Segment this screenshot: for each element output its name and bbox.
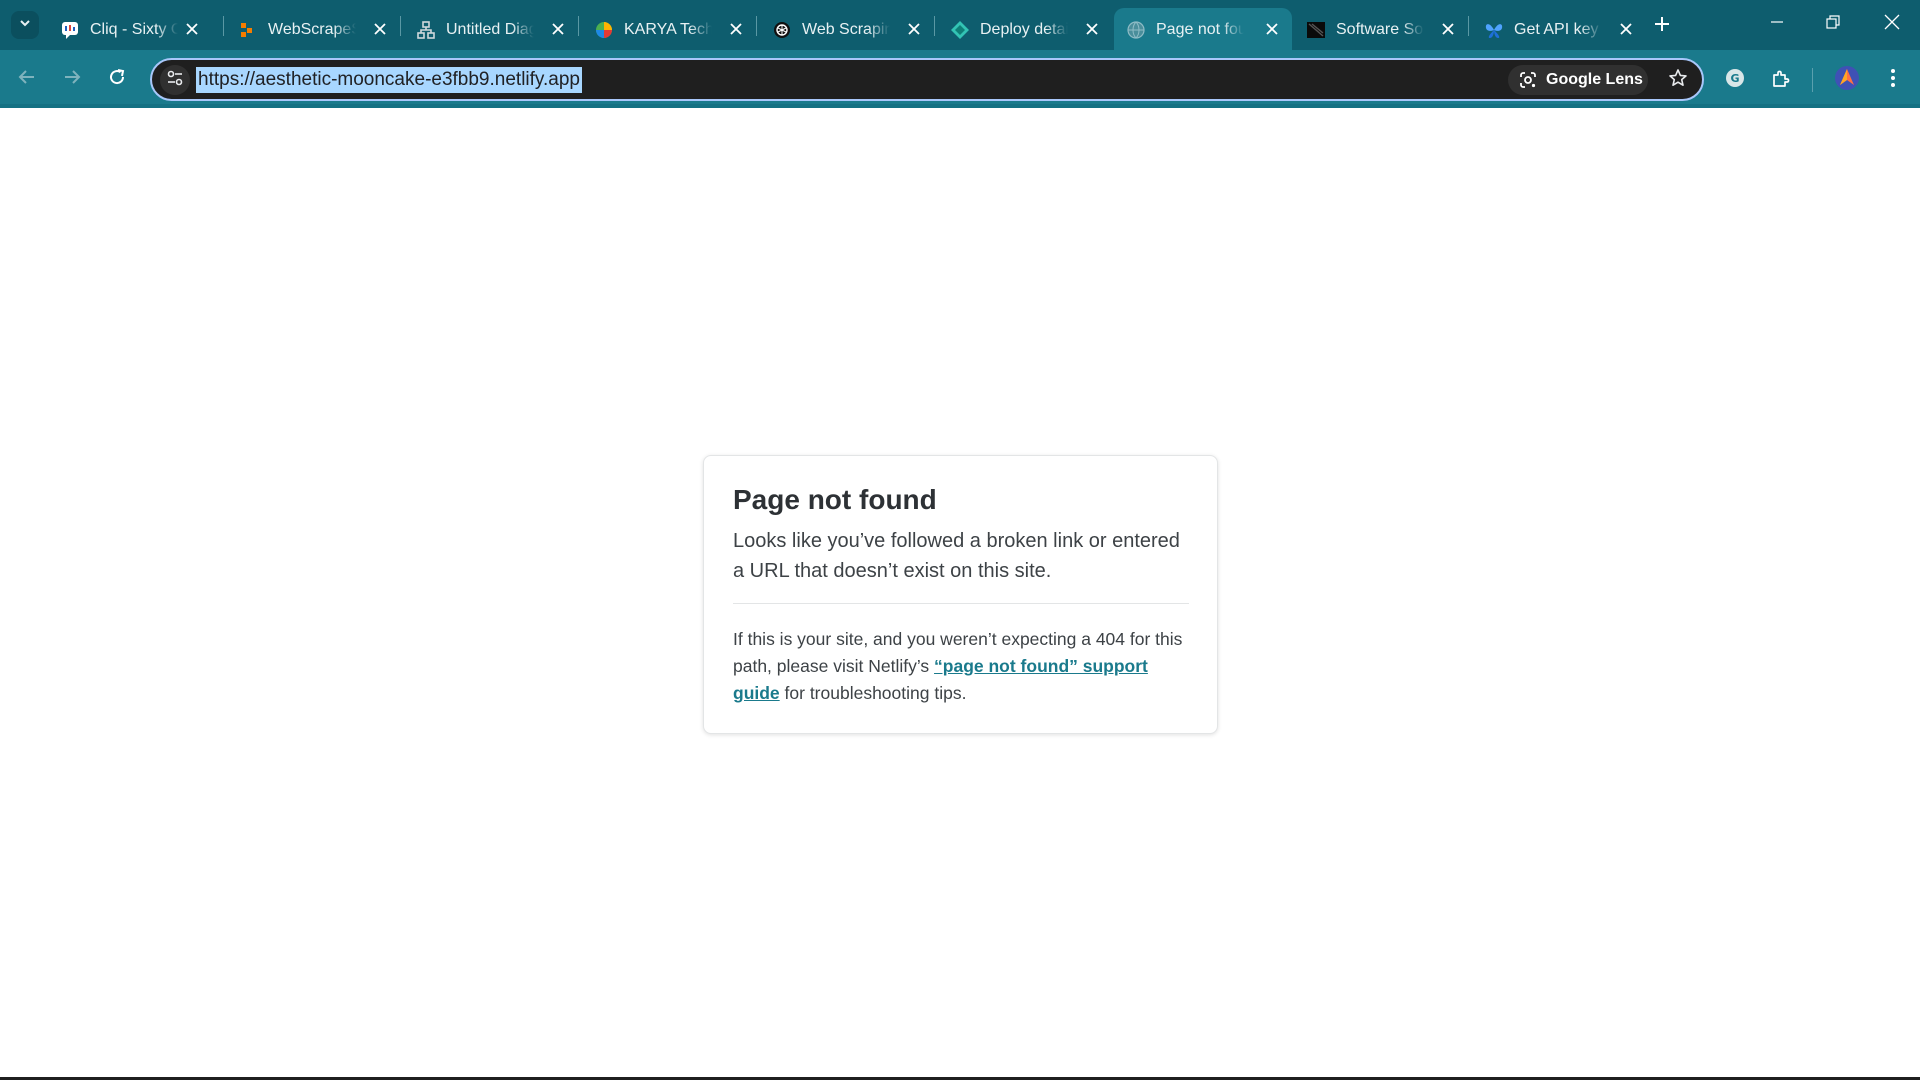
close-icon bbox=[1884, 14, 1900, 35]
tab-separator bbox=[578, 16, 579, 36]
address-bar[interactable]: https://aesthetic-mooncake-e3fbb9.netlif… bbox=[150, 58, 1704, 101]
google-lens-button[interactable]: Google Lens bbox=[1508, 65, 1648, 95]
tab-separator bbox=[400, 16, 401, 36]
tab-webscrapesuite[interactable]: WebScrapeSuite bbox=[226, 8, 400, 50]
error-card: Page not found Looks like you’ve followe… bbox=[703, 455, 1218, 734]
tab-separator bbox=[756, 16, 757, 36]
openai-icon bbox=[772, 20, 792, 40]
tab-title: Page not found bbox=[1156, 21, 1244, 38]
close-icon[interactable] bbox=[726, 19, 746, 39]
svg-text:G: G bbox=[1730, 72, 1739, 85]
arrow-right-icon bbox=[63, 68, 81, 91]
close-icon[interactable] bbox=[548, 19, 568, 39]
back-button[interactable] bbox=[9, 61, 45, 97]
tab-web-scraping[interactable]: Web Scraping bbox=[760, 8, 934, 50]
tab-title: Get API key | bbox=[1514, 21, 1602, 38]
close-icon[interactable] bbox=[1262, 19, 1282, 39]
extension-g-icon: G bbox=[1724, 67, 1746, 94]
tune-icon bbox=[166, 69, 184, 92]
page-title: Page not found bbox=[733, 484, 937, 515]
reload-button[interactable] bbox=[99, 61, 135, 97]
software-icon bbox=[1306, 20, 1326, 40]
close-icon[interactable] bbox=[1082, 19, 1102, 39]
cliq-chat-icon bbox=[60, 20, 80, 40]
diagram-icon bbox=[416, 20, 436, 40]
api-butterfly-icon bbox=[1484, 20, 1504, 40]
reload-icon bbox=[108, 68, 126, 91]
tab-title: Software Solutions bbox=[1336, 21, 1424, 38]
extension-grammar-button[interactable]: G bbox=[1718, 63, 1752, 97]
support-note-suffix: for troubleshooting tips. bbox=[779, 683, 967, 703]
tab-title: Deploy details bbox=[980, 21, 1068, 38]
tab-strip: Cliq - Sixty One WebScrapeSuite bbox=[0, 0, 1920, 50]
tab-cliq[interactable]: Cliq - Sixty One bbox=[48, 8, 212, 50]
divider bbox=[733, 603, 1189, 604]
tab-separator bbox=[1468, 16, 1469, 36]
minimize-button[interactable] bbox=[1749, 0, 1805, 48]
tab-get-api-key[interactable]: Get API key | bbox=[1472, 8, 1646, 50]
more-vert-icon bbox=[1890, 67, 1896, 94]
minimize-icon bbox=[1770, 15, 1784, 34]
tab-title: Cliq - Sixty One bbox=[90, 21, 178, 38]
tab-title: WebScrapeSuite bbox=[268, 21, 356, 38]
url-text[interactable]: https://aesthetic-mooncake-e3fbb9.netlif… bbox=[196, 67, 582, 93]
extensions-button[interactable] bbox=[1764, 63, 1798, 97]
profile-button[interactable] bbox=[1830, 63, 1864, 97]
close-icon[interactable] bbox=[182, 19, 202, 39]
avatar bbox=[1834, 65, 1860, 96]
support-note: If this is your site, and you weren’t ex… bbox=[733, 626, 1193, 707]
star-icon bbox=[1668, 68, 1688, 93]
tab-deploy-details[interactable]: Deploy details bbox=[938, 8, 1112, 50]
site-info-button[interactable] bbox=[160, 65, 190, 95]
tab-search-button[interactable] bbox=[11, 11, 39, 39]
close-icon[interactable] bbox=[1438, 19, 1458, 39]
close-icon[interactable] bbox=[904, 19, 924, 39]
bookmark-button[interactable] bbox=[1662, 64, 1694, 96]
tab-untitled-diagram[interactable]: Untitled Diagram bbox=[404, 8, 578, 50]
forward-button[interactable] bbox=[54, 61, 90, 97]
karya-icon bbox=[594, 20, 614, 40]
close-window-button[interactable] bbox=[1864, 0, 1920, 48]
toolbar-divider bbox=[1812, 68, 1813, 92]
plus-icon bbox=[1654, 16, 1670, 37]
puzzle-icon bbox=[1770, 67, 1792, 94]
restore-icon bbox=[1826, 14, 1840, 34]
tab-title: Web Scraping bbox=[802, 21, 890, 38]
globe-icon bbox=[1126, 20, 1146, 40]
browser-window: Cliq - Sixty One WebScrapeSuite bbox=[0, 0, 1920, 1080]
netlify-icon bbox=[950, 20, 970, 40]
arrow-left-icon bbox=[18, 68, 36, 91]
new-tab-button[interactable] bbox=[1648, 12, 1676, 40]
google-lens-label: Google Lens bbox=[1546, 71, 1643, 88]
tab-title: Untitled Diagram bbox=[446, 21, 534, 38]
restore-button[interactable] bbox=[1805, 0, 1861, 48]
tab-page-not-found[interactable]: Page not found bbox=[1114, 8, 1292, 50]
tab-title: KARYA Technologies bbox=[624, 21, 712, 38]
google-lens-icon bbox=[1518, 70, 1538, 90]
error-description: Looks like you’ve followed a broken link… bbox=[733, 530, 1180, 582]
webscrape-icon bbox=[238, 20, 258, 40]
tab-karya[interactable]: KARYA Technologies bbox=[582, 8, 756, 50]
menu-button[interactable] bbox=[1876, 63, 1910, 97]
tab-software-solutions[interactable]: Software Solutions bbox=[1294, 8, 1468, 50]
tab-separator bbox=[223, 16, 224, 36]
chevron-down-icon bbox=[18, 16, 32, 35]
close-icon[interactable] bbox=[370, 19, 390, 39]
close-icon[interactable] bbox=[1616, 19, 1636, 39]
tab-separator bbox=[934, 16, 935, 36]
